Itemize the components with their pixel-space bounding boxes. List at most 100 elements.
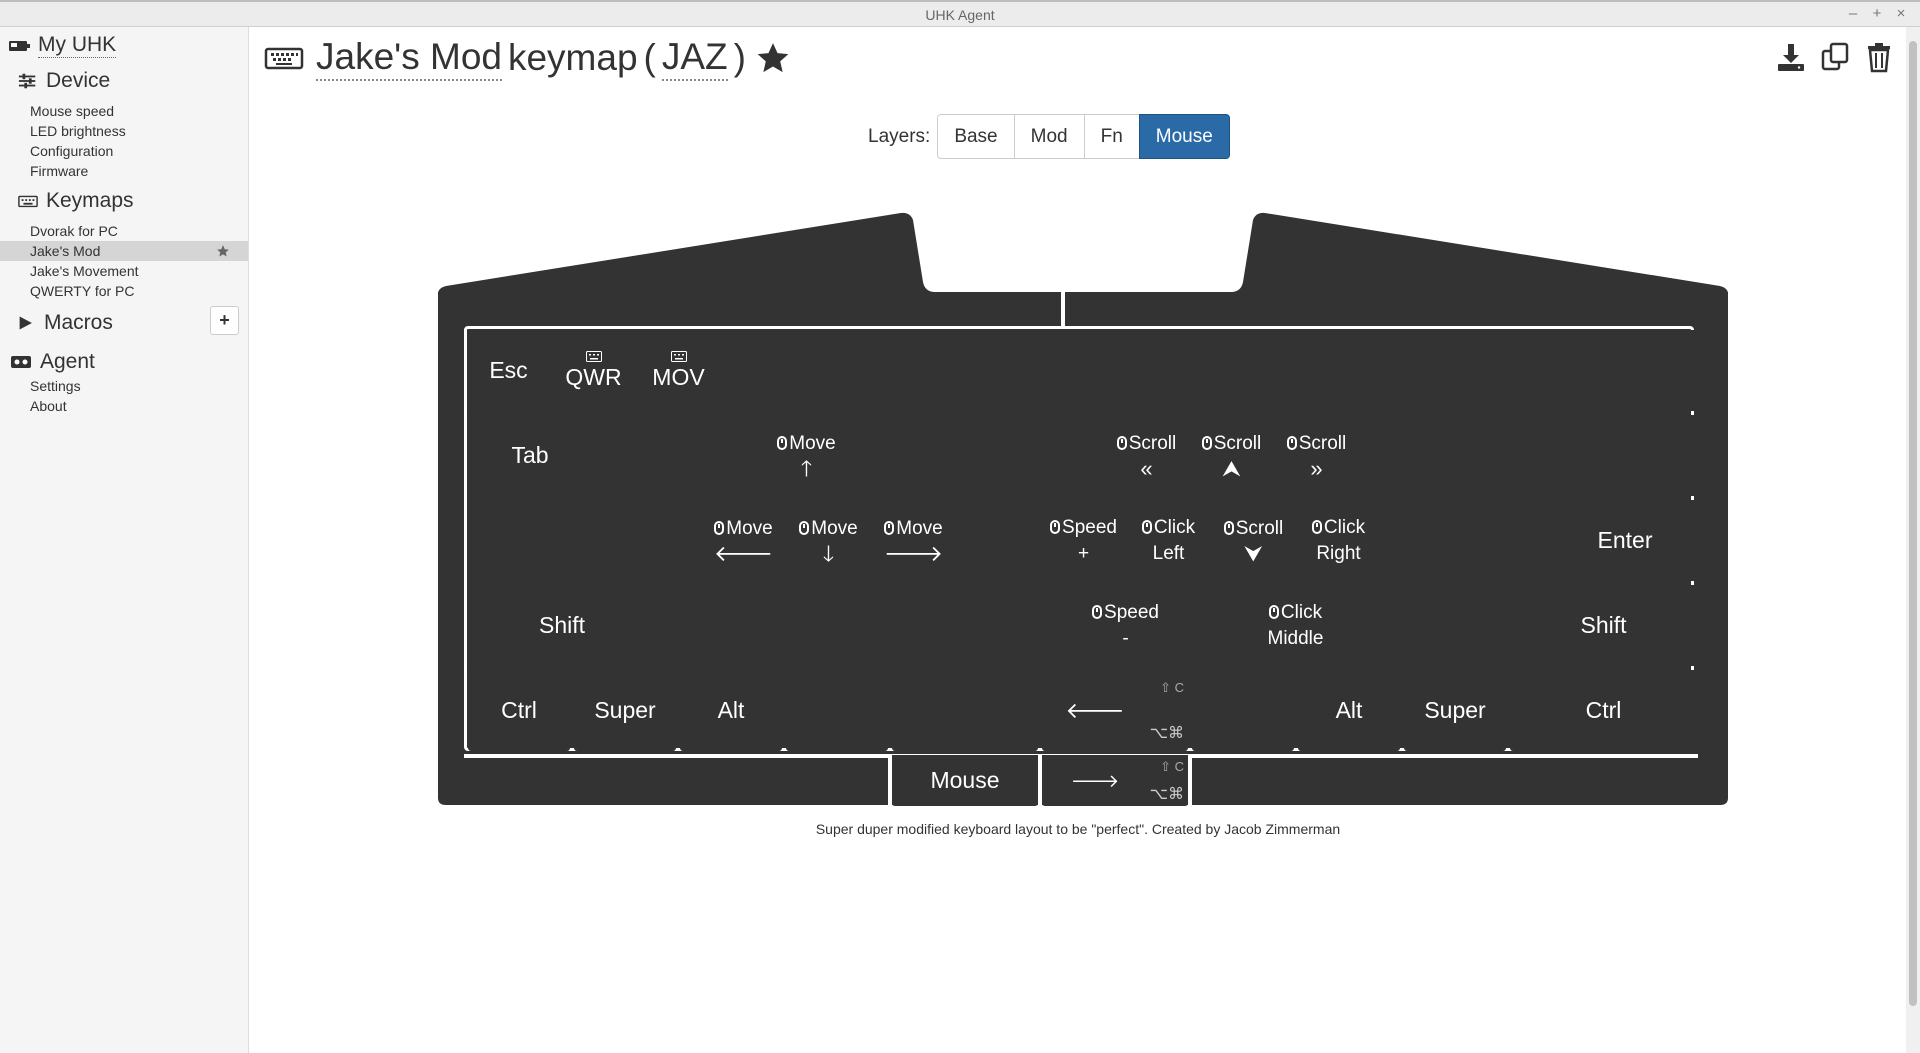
key-empty[interactable]: [851, 415, 932, 496]
key-empty[interactable]: [1383, 500, 1464, 581]
default-star-icon[interactable]: [216, 244, 230, 258]
key-mouse-speed-plus[interactable]: Speed +: [1043, 500, 1124, 581]
key-empty[interactable]: [681, 415, 762, 496]
key-empty[interactable]: [1425, 585, 1506, 666]
key-mouse-move-right[interactable]: Move 🡒: [873, 500, 954, 581]
mouse-icon: [777, 436, 788, 451]
key-empty[interactable]: [618, 500, 699, 581]
key-empty[interactable]: [1616, 415, 1697, 496]
key-empty[interactable]: [958, 500, 1039, 581]
key-shift-left[interactable]: Shift: [468, 585, 656, 666]
key-empty[interactable]: [1233, 330, 1314, 411]
key-super-left[interactable]: Super: [574, 670, 676, 751]
key-empty[interactable]: [1000, 585, 1081, 666]
keymap-abbreviation-input[interactable]: JAZ: [661, 35, 728, 81]
key-label: QWR: [565, 363, 622, 390]
sidebar-item-about[interactable]: About: [30, 398, 67, 414]
layer-mod-button[interactable]: Mod: [1013, 114, 1085, 159]
key-alt-right[interactable]: Alt: [1298, 670, 1400, 751]
key-empty[interactable]: [915, 585, 996, 666]
key-empty[interactable]: [1340, 585, 1421, 666]
key-empty[interactable]: [1148, 330, 1229, 411]
key-empty[interactable]: [660, 585, 741, 666]
key-empty[interactable]: [1318, 330, 1399, 411]
sidebar-item-jakes-movement[interactable]: Jake's Movement: [30, 263, 139, 279]
key-empty[interactable]: [936, 415, 1017, 496]
key-ctrl-right[interactable]: Ctrl: [1510, 670, 1697, 751]
key-esc[interactable]: Esc: [468, 330, 549, 411]
key-empty[interactable]: [1192, 670, 1294, 751]
key-mouse-click-middle[interactable]: Click Middle: [1255, 585, 1336, 666]
key-mouse-move-up[interactable]: Move 🡑: [766, 415, 847, 496]
key-mouse-scroll-right[interactable]: Scroll»: [1276, 415, 1357, 496]
minimize-button[interactable]: –: [1844, 5, 1862, 22]
keymap-name-input[interactable]: Jake's Mod: [316, 35, 502, 81]
sidebar-item-qwerty-for-pc[interactable]: QWERTY for PC: [30, 283, 135, 299]
maximize-button[interactable]: +: [1868, 5, 1886, 22]
key-super-right[interactable]: Super: [1404, 670, 1506, 751]
mouse-icon: [1311, 520, 1322, 535]
key-shift-right[interactable]: Shift: [1510, 585, 1697, 666]
key-mouse-scroll-up[interactable]: Scroll ⮝: [1191, 415, 1272, 496]
layer-mouse-button[interactable]: Mouse: [1138, 114, 1230, 159]
key-empty[interactable]: [893, 330, 974, 411]
sidebar-item-jakes-mod[interactable]: Jake's Mod: [30, 243, 100, 259]
add-macro-button[interactable]: +: [210, 306, 239, 335]
key-empty[interactable]: [808, 330, 889, 411]
sidebar-macros-header[interactable]: Macros: [18, 311, 113, 335]
key-mouse-speed-minus[interactable]: Speed -: [1085, 585, 1166, 666]
key-empty[interactable]: [830, 585, 911, 666]
layer-base-button[interactable]: Base: [937, 114, 1015, 159]
trash-icon[interactable]: [1864, 41, 1894, 73]
keymap-description[interactable]: Super duper modified keyboard layout to …: [250, 821, 1906, 837]
key-empty[interactable]: [1361, 415, 1442, 496]
key-mouse-scroll-down[interactable]: Scroll ⮟: [1213, 500, 1294, 581]
duplicate-icon[interactable]: [1820, 41, 1850, 73]
key-tab[interactable]: Tab: [468, 415, 592, 496]
sidebar-item-mouse-speed[interactable]: Mouse speed: [30, 103, 114, 119]
key-mouse-scroll-left[interactable]: Scroll «: [1106, 415, 1187, 496]
layer-fn-button[interactable]: Fn: [1083, 114, 1140, 159]
key-empty[interactable]: [468, 500, 614, 581]
key-empty[interactable]: [1488, 330, 1569, 411]
sidebar-item-dvorak-for-pc[interactable]: Dvorak for PC: [30, 223, 118, 239]
download-icon[interactable]: [1776, 41, 1806, 73]
key-empty[interactable]: [596, 415, 677, 496]
scrollbar-thumb[interactable]: [1909, 41, 1917, 1006]
key-empty[interactable]: [1170, 585, 1251, 666]
default-keymap-star-icon[interactable]: [756, 41, 790, 75]
key-empty[interactable]: [745, 585, 826, 666]
main-scrollbar[interactable]: [1906, 27, 1920, 1053]
key-empty[interactable]: [1021, 415, 1102, 496]
key-empty[interactable]: [723, 330, 804, 411]
key-switch-keymap-qwr[interactable]: QWR: [553, 330, 634, 411]
key-left-with-modifiers[interactable]: 🡐 ⇧ C ⌥⌘: [1042, 670, 1188, 751]
sidebar-item-settings[interactable]: Settings: [30, 378, 81, 394]
key-mouse-move-down[interactable]: Move 🡓: [788, 500, 869, 581]
key-empty[interactable]: [1573, 330, 1697, 411]
key-mouse-click-right[interactable]: Click Right: [1298, 500, 1379, 581]
key-empty[interactable]: [1063, 330, 1144, 411]
key-empty[interactable]: [1403, 330, 1484, 411]
key-mouse-click-left[interactable]: Click Left: [1128, 500, 1209, 581]
key-alt-left[interactable]: Alt: [680, 670, 782, 751]
key-empty[interactable]: [1531, 415, 1612, 496]
key-empty[interactable]: [1446, 415, 1527, 496]
sidebar-my-uhk[interactable]: My UHK: [8, 33, 117, 58]
key-mouse-move-left[interactable]: Move 🡐: [703, 500, 784, 581]
key-ctrl-left[interactable]: Ctrl: [468, 670, 570, 751]
key-empty[interactable]: [786, 670, 888, 751]
close-button[interactable]: ×: [1892, 5, 1910, 22]
sidebar-item-configuration[interactable]: Configuration: [30, 143, 113, 159]
key-right-with-modifiers[interactable]: 🡒 ⇧ C ⌥⌘: [1042, 755, 1188, 806]
close-paren: ): [733, 37, 746, 78]
sidebar-item-firmware[interactable]: Firmware: [30, 163, 88, 179]
key-mouse-layer[interactable]: Mouse: [892, 755, 1038, 806]
key-empty[interactable]: [1468, 500, 1549, 581]
sidebar-item-led-brightness[interactable]: LED brightness: [30, 123, 126, 139]
key-empty[interactable]: [978, 330, 1059, 411]
key-empty[interactable]: [892, 670, 1038, 751]
key-switch-keymap-mov[interactable]: MOV: [638, 330, 719, 411]
window-title: UHK Agent: [925, 7, 995, 23]
key-enter[interactable]: Enter: [1553, 500, 1697, 581]
